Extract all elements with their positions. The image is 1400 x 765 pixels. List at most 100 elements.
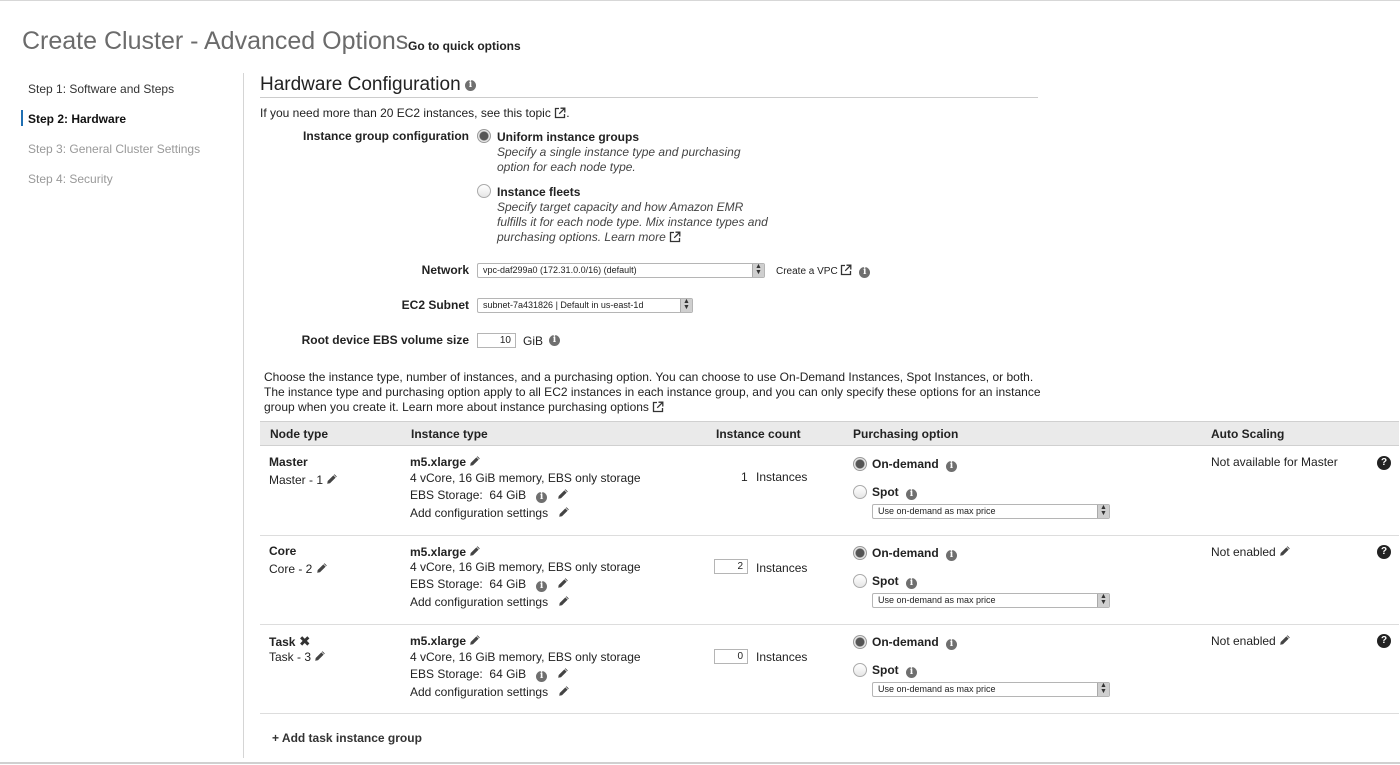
pencil-icon[interactable] [557,488,569,500]
info-icon[interactable]: i [906,489,918,500]
pencil-icon[interactable] [326,473,338,485]
quick-options-link[interactable]: Go to quick options [408,39,521,53]
instance-spec: 4 vCore, 16 GiB memory, EBS only storage [410,560,641,574]
info-icon[interactable]: i [465,80,476,91]
instance-count-value: 1 [741,470,748,484]
instance-group-config-label: Instance group configuration [302,129,469,143]
ebs-storage-value: 64 GiB [489,488,527,502]
create-vpc: Create a VPC i [776,264,871,278]
pencil-icon[interactable] [557,667,569,679]
network-select[interactable]: vpc-daf299a0 (172.31.0.0/16) (default) ▲… [477,263,765,278]
col-instance-type: Instance type [411,427,488,441]
max-price-select[interactable]: Use on-demand as max price ▲ ▼ [872,504,1110,519]
step-security[interactable]: Step 4: Security [28,172,113,186]
help-icon[interactable]: ? [1377,456,1391,470]
external-link-icon[interactable] [669,231,681,243]
pencil-icon[interactable] [1279,545,1291,557]
ec2-subnet-label: EC2 Subnet [401,298,469,312]
uniform-instance-groups-radio[interactable] [477,129,491,143]
step-general-cluster-settings[interactable]: Step 3: General Cluster Settings [28,142,200,156]
help-icon[interactable]: ? [1377,545,1391,559]
pencil-icon[interactable] [558,506,570,518]
select-arrows-icon: ▲ ▼ [1097,505,1109,518]
external-link-icon[interactable] [554,107,566,119]
add-config-link[interactable]: Add configuration settings [410,595,548,609]
spot-radio[interactable] [853,574,867,588]
on-demand-radio[interactable] [853,635,867,649]
node-sub-text: Core - 2 [269,562,313,576]
create-vpc-link[interactable]: Create a VPC [776,266,838,277]
fleets-learn-more-link[interactable]: purchasing options. Learn more [497,230,666,244]
help-icon[interactable]: ? [1377,634,1391,648]
on-demand-radio[interactable] [853,457,867,471]
max-price-value: Use on-demand as max price [878,595,996,605]
pencil-icon[interactable] [469,634,481,646]
pencil-icon[interactable] [558,685,570,697]
info-icon[interactable]: i [536,492,548,503]
select-arrows-icon: ▲ ▼ [680,299,692,312]
pencil-icon[interactable] [316,562,328,574]
spot-label: Spot i [872,574,918,589]
spot-text: Spot [872,663,899,677]
page-title: Create Cluster - Advanced Options [22,27,409,55]
instance-description: Choose the instance type, number of inst… [264,370,1054,415]
node-sub-label: Core - 2 [269,562,328,576]
root-ebs-label: Root device EBS volume size [301,333,469,347]
instance-count-input[interactable]: 0 [714,649,748,664]
info-icon[interactable]: i [906,578,918,589]
fleets-desc: Specify target capacity and how Amazon E… [497,200,768,245]
spot-text: Spot [872,485,899,499]
node-sub-text: Task - 3 [269,650,312,664]
add-task-instance-group-button[interactable]: + Add task instance group [272,731,422,745]
info-icon[interactable]: i [946,550,958,561]
add-config-link[interactable]: Add configuration settings [410,506,548,520]
instance-fleets-radio[interactable] [477,184,491,198]
info-icon[interactable]: i [859,267,871,278]
select-arrows-icon: ▲ ▼ [1097,683,1109,696]
external-link-icon[interactable] [652,401,664,413]
pencil-icon[interactable] [469,455,481,467]
col-auto-scaling: Auto Scaling [1211,427,1285,441]
on-demand-radio[interactable] [853,546,867,560]
purchasing-options-link[interactable]: Learn more about instance purchasing opt… [402,400,649,414]
pencil-icon[interactable] [558,595,570,607]
spot-label: Spot i [872,485,918,500]
root-ebs-unit: GiB [523,334,544,348]
info-icon[interactable]: i [946,639,958,650]
add-config-link[interactable]: Add configuration settings [410,685,548,699]
node-task-text: Task [269,635,296,649]
spot-radio[interactable] [853,485,867,499]
spot-radio[interactable] [853,663,867,677]
step-software-and-steps[interactable]: Step 1: Software and Steps [28,82,174,96]
instance-type: m5.xlarge [410,634,481,648]
pencil-icon[interactable] [557,577,569,589]
step-hardware[interactable]: Step 2: Hardware [28,112,126,126]
on-demand-text: On-demand [872,635,939,649]
external-link-icon[interactable] [840,264,852,276]
instance-type: m5.xlarge [410,455,481,469]
instances-unit: Instances [756,650,808,664]
see-this-topic-link[interactable]: see this topic [481,106,551,120]
ec2-limit-note: If you need more than 20 EC2 instances, … [260,106,570,120]
pencil-icon[interactable] [1279,634,1291,646]
info-icon[interactable]: i [946,461,958,472]
ebs-storage-label: EBS Storage: [410,667,483,681]
instance-count-input[interactable]: 2 [714,559,748,574]
info-icon[interactable]: i [536,581,548,592]
ec2-subnet-select[interactable]: subnet-7a431826 | Default in us-east-1d … [477,298,693,313]
info-icon[interactable]: i [906,667,918,678]
info-icon[interactable]: i [536,671,548,682]
pencil-icon[interactable] [469,545,481,557]
close-icon[interactable]: ✖ [299,633,311,649]
auto-scaling-status: Not enabled [1211,545,1276,559]
max-price-select[interactable]: Use on-demand as max price ▲ ▼ [872,682,1110,697]
network-label: Network [421,263,469,277]
select-arrows-icon: ▲ ▼ [1097,594,1109,607]
max-price-select[interactable]: Use on-demand as max price ▲ ▼ [872,593,1110,608]
info-icon[interactable]: i [549,335,560,346]
uniform-desc-line: Specify a single instance type and purch… [497,145,741,159]
pencil-icon[interactable] [314,650,326,662]
root-ebs-input[interactable]: 10 [477,333,516,348]
select-arrows-icon: ▲ ▼ [752,264,764,277]
top-border [0,0,1400,1]
